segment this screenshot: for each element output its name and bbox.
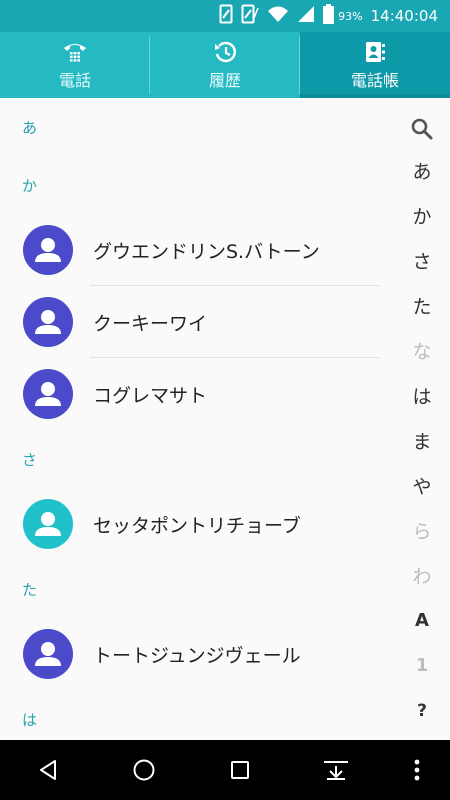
- avatar: [23, 225, 73, 275]
- contact-name: セッタポントリチョーブ: [93, 514, 301, 537]
- back-icon: [40, 760, 56, 780]
- tab-contacts[interactable]: 電話帳: [300, 32, 450, 98]
- person-icon: [35, 382, 61, 406]
- hide-navbar-button[interactable]: [306, 740, 366, 800]
- contact-list[interactable]: あ か グウエンドリンS.バトーン クーキーワイ コグレマサト さ セッタポント…: [0, 98, 390, 740]
- clock: 14:40:04: [370, 7, 438, 25]
- person-icon: [35, 310, 61, 334]
- contact-name: クーキーワイ: [93, 312, 208, 335]
- hide-navbar-icon: [324, 761, 348, 780]
- section-header: さ: [22, 450, 38, 469]
- contacts-book-icon: [362, 39, 388, 65]
- tab-history[interactable]: 履歴: [150, 32, 300, 98]
- contact-name: グウエンドリンS.バトーン: [93, 240, 320, 263]
- battery-icon: [323, 4, 335, 28]
- section-header: か: [22, 176, 38, 195]
- index-item: わ: [412, 566, 432, 588]
- more-vert-icon: [414, 759, 420, 781]
- contact-row[interactable]: セッタポントリチョーブ: [0, 488, 390, 560]
- section-header: は: [22, 710, 38, 729]
- recents-button[interactable]: [210, 740, 270, 800]
- tab-bar: 電話 履歴 電話帳: [0, 32, 450, 98]
- contact-row[interactable]: グウエンドリンS.バトーン: [0, 214, 390, 286]
- home-icon: [133, 759, 155, 781]
- index-item[interactable]: は: [412, 373, 431, 418]
- back-button[interactable]: [18, 740, 78, 800]
- tab-label: 電話帳: [350, 71, 399, 90]
- section-header: た: [22, 580, 38, 599]
- more-button[interactable]: [402, 740, 432, 800]
- index-item: な: [412, 341, 432, 363]
- avatar: [23, 369, 73, 419]
- navigation-bar: [0, 740, 450, 800]
- contact-name: トートジュンジヴェール: [93, 644, 301, 667]
- contact-name: コグレマサト: [93, 384, 208, 407]
- index-scroller[interactable]: あ か さ た な は ま や ら わ A 1 ?: [394, 110, 450, 740]
- index-item[interactable]: さ: [412, 238, 431, 283]
- sim1-icon: [219, 4, 233, 28]
- index-item[interactable]: あ: [412, 148, 431, 193]
- index-item[interactable]: ?: [417, 688, 427, 733]
- tab-label: 履歴: [208, 71, 241, 90]
- avatar: [23, 499, 73, 549]
- index-item[interactable]: や: [412, 463, 431, 508]
- contact-row[interactable]: トートジュンジヴェール: [0, 618, 390, 690]
- contact-row[interactable]: クーキーワイ: [0, 286, 390, 358]
- battery-percent: 93%: [338, 9, 363, 23]
- tab-label: 電話: [58, 71, 91, 90]
- search-icon: [411, 118, 433, 140]
- recents-icon: [231, 761, 249, 779]
- index-item[interactable]: か: [412, 193, 431, 238]
- person-icon: [35, 642, 61, 666]
- avatar: [23, 629, 73, 679]
- person-icon: [35, 238, 61, 262]
- sim2-icon: [241, 4, 259, 28]
- section-header: あ: [22, 118, 38, 137]
- index-item[interactable]: た: [412, 283, 431, 328]
- status-bar: 93% 14:40:04: [0, 0, 450, 32]
- tab-phone[interactable]: 電話: [0, 32, 150, 98]
- index-item[interactable]: ま: [412, 418, 431, 463]
- avatar: [23, 297, 73, 347]
- person-icon: [35, 512, 61, 536]
- contact-row[interactable]: コグレマサト: [0, 358, 390, 430]
- phone-keypad-icon: [62, 39, 88, 65]
- wifi-icon: [267, 5, 289, 27]
- index-item: 1: [415, 655, 429, 676]
- index-item[interactable]: A: [415, 598, 429, 643]
- signal-icon: [297, 5, 315, 27]
- index-item: ら: [412, 521, 432, 543]
- index-search[interactable]: [410, 110, 434, 148]
- history-icon: [212, 39, 238, 65]
- home-button[interactable]: [114, 740, 174, 800]
